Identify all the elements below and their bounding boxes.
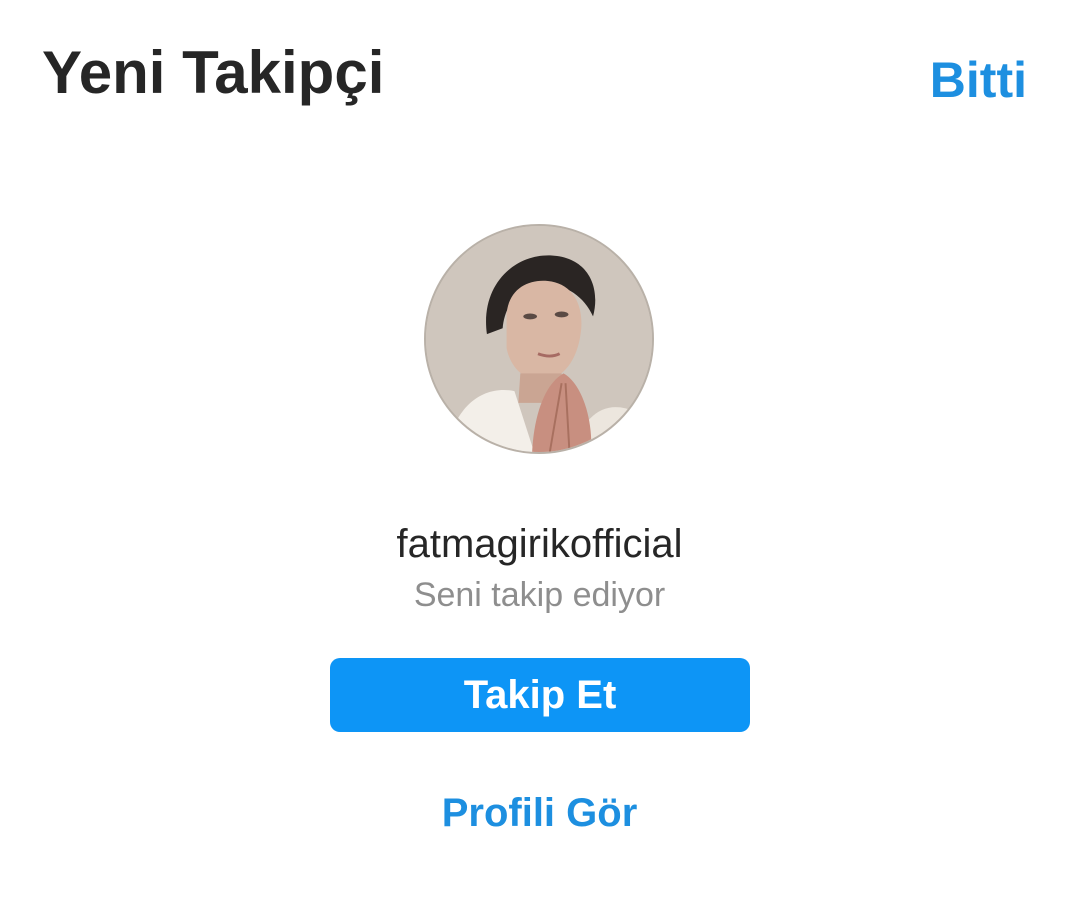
done-button[interactable]: Bitti (930, 48, 1027, 112)
profile-photo-icon (426, 226, 652, 452)
avatar[interactable] (424, 224, 654, 454)
page-title: Yeni Takipçi (42, 39, 385, 106)
view-profile-link[interactable]: Profili Gör (0, 786, 1079, 840)
follow-status-text: Seni takip ediyor (413, 576, 666, 614)
username: fatmagirikofficial (396, 522, 683, 566)
follow-button[interactable]: Takip Et (330, 658, 750, 732)
